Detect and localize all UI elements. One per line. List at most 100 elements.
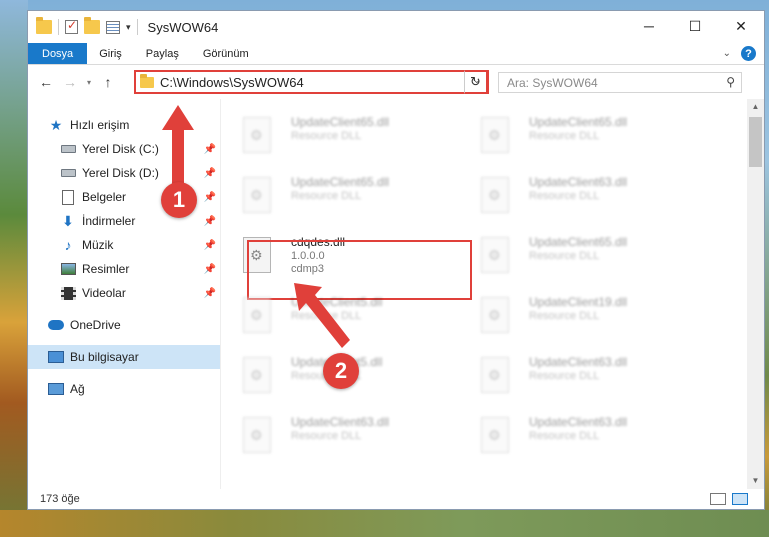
drive-icon	[60, 166, 76, 180]
scroll-thumb[interactable]	[749, 117, 762, 167]
file-type: Resource DLL	[291, 310, 362, 322]
customize-toolbar-dropdown[interactable]: ▾	[126, 22, 131, 33]
main-content: ★ Hızlı erişim Yerel Disk (C:) 📌 Yerel D…	[28, 99, 764, 489]
search-icon: ⚲	[726, 75, 735, 89]
pin-icon[interactable]: 📌	[204, 168, 216, 179]
sidebar-item-network[interactable]: Ağ	[28, 377, 220, 401]
sidebar-item-local-disk-d[interactable]: Yerel Disk (D:) 📌	[28, 161, 220, 185]
file-tile[interactable]: UpdateClient63.dllResource DLL	[481, 413, 711, 463]
ribbon-right-controls: ⌄ ?	[723, 46, 756, 61]
step-marker-1: 1	[161, 182, 197, 218]
pin-icon[interactable]: 📌	[204, 144, 216, 155]
file-tile[interactable]: UpdateClient63.dllResource DLL	[481, 353, 711, 403]
item-count: 173 öğe	[40, 493, 80, 505]
sidebar-item-videos[interactable]: Videolar 📌	[28, 281, 220, 305]
vertical-scrollbar[interactable]: ▲ ▼	[747, 99, 764, 489]
minimize-button[interactable]: ─	[626, 11, 672, 41]
star-icon: ★	[49, 116, 63, 133]
address-path: C:\Windows\SysWOW64	[160, 74, 304, 90]
quick-access-toolbar: ▾	[28, 17, 138, 35]
search-input[interactable]: Ara: SysWOW64 ⚲	[498, 72, 742, 93]
sidebar-item-label: Yerel Disk (D:)	[82, 166, 159, 180]
address-bar[interactable]: C:\Windows\SysWOW64 ⌄	[134, 70, 489, 94]
file-name: UpdateClient65.dll	[529, 235, 628, 249]
sidebar-item-label: Yerel Disk (C:)	[82, 142, 159, 156]
file-name: UpdateClient63.dll	[291, 415, 390, 429]
dll-file-icon	[243, 417, 271, 453]
toolbar-separator	[136, 19, 138, 35]
expand-ribbon-icon[interactable]: ⌄	[723, 48, 731, 59]
dll-file-icon	[243, 117, 271, 153]
file-tile[interactable]: UpdateClient65.dllResource DLL	[243, 113, 473, 163]
video-icon	[60, 286, 76, 300]
file-tile[interactable]: UpdateClient63.dllResource DLL	[243, 413, 473, 463]
window-controls: ─ ☐ ✕	[626, 11, 764, 41]
desktop-background-left	[0, 0, 28, 537]
toolbar-separator	[58, 19, 59, 35]
file-tile[interactable]: UpdateClient63.dllResource DLL	[481, 173, 711, 223]
file-tile[interactable]: UpdateClient65.dllResource DLL	[481, 113, 711, 163]
sidebar-item-onedrive[interactable]: OneDrive	[28, 313, 220, 337]
file-tile[interactable]: UpdateClient5.dllResource DLL	[243, 353, 473, 403]
file-highlight-box	[247, 240, 472, 300]
pin-icon[interactable]: 📌	[204, 216, 216, 227]
scroll-up-icon[interactable]: ▲	[747, 99, 764, 115]
dll-file-icon	[243, 297, 271, 333]
sidebar-item-local-disk-c[interactable]: Yerel Disk (C:) 📌	[28, 137, 220, 161]
sidebar-item-music[interactable]: ♪ Müzik 📌	[28, 233, 220, 257]
tab-home[interactable]: Giriş	[87, 43, 134, 64]
new-folder-icon[interactable]	[84, 17, 100, 34]
view-toggle	[710, 493, 748, 505]
dll-file-icon	[481, 297, 509, 333]
file-tile[interactable]: UpdateClient65.dllResource DLL	[481, 233, 711, 283]
file-name: UpdateClient65.dll	[529, 115, 628, 129]
pin-icon[interactable]: 📌	[204, 240, 216, 251]
file-type: Resource DLL	[529, 430, 600, 442]
search-placeholder: Ara: SysWOW64	[507, 75, 598, 90]
file-tile[interactable]: UpdateClient19.dllResource DLL	[481, 293, 711, 343]
file-tile[interactable]: UpdateClient5.dllResource DLL	[243, 293, 473, 343]
dll-file-icon	[481, 237, 509, 273]
tab-share[interactable]: Paylaş	[134, 43, 191, 64]
properties-icon[interactable]	[106, 20, 120, 34]
properties-check-icon[interactable]	[65, 18, 78, 34]
status-bar: 173 öğe	[28, 489, 764, 509]
back-button[interactable]: ←	[34, 74, 58, 90]
drive-icon	[60, 142, 76, 156]
forward-button[interactable]: →	[58, 74, 82, 90]
sidebar-item-label: OneDrive	[70, 318, 121, 332]
download-icon: ⬇	[62, 212, 74, 229]
tab-view[interactable]: Görünüm	[191, 43, 261, 64]
pin-icon[interactable]: 📌	[204, 288, 216, 299]
tiles-view-icon[interactable]	[732, 493, 748, 505]
refresh-button[interactable]: ↻	[464, 70, 488, 94]
maximize-button[interactable]: ☐	[672, 11, 718, 41]
file-name: UpdateClient63.dll	[529, 175, 628, 189]
sidebar-item-label: Hızlı erişim	[70, 118, 130, 132]
close-button[interactable]: ✕	[718, 11, 764, 41]
sidebar-item-label: Bu bilgisayar	[70, 350, 139, 364]
pin-icon[interactable]: 📌	[204, 192, 216, 203]
sidebar-item-this-pc[interactable]: Bu bilgisayar	[28, 345, 220, 369]
file-type: Resource DLL	[529, 130, 600, 142]
recent-locations-dropdown[interactable]: ▾	[82, 78, 96, 87]
pin-icon[interactable]: 📌	[204, 264, 216, 275]
window-title: SysWOW64	[147, 19, 219, 35]
up-button[interactable]: ↑	[96, 74, 120, 90]
ribbon-tabs: Dosya Giriş Paylaş Görünüm ⌄ ?	[28, 43, 764, 65]
file-name: UpdateClient65.dll	[291, 115, 390, 129]
help-icon[interactable]: ?	[741, 46, 756, 61]
dll-file-icon	[243, 177, 271, 213]
sidebar-item-quick-access[interactable]: ★ Hızlı erişim	[28, 113, 220, 137]
scroll-down-icon[interactable]: ▼	[747, 473, 764, 489]
computer-icon	[48, 350, 64, 364]
tab-file[interactable]: Dosya	[28, 43, 88, 64]
dll-file-icon	[481, 357, 509, 393]
file-name: UpdateClient65.dll	[291, 175, 390, 189]
sidebar-item-pictures[interactable]: Resimler 📌	[28, 257, 220, 281]
music-icon: ♪	[64, 237, 72, 253]
file-type: Resource DLL	[529, 190, 600, 202]
details-view-icon[interactable]	[710, 493, 726, 505]
navigation-pane: ★ Hızlı erişim Yerel Disk (C:) 📌 Yerel D…	[28, 99, 221, 489]
file-tile[interactable]: UpdateClient65.dllResource DLL	[243, 173, 473, 223]
